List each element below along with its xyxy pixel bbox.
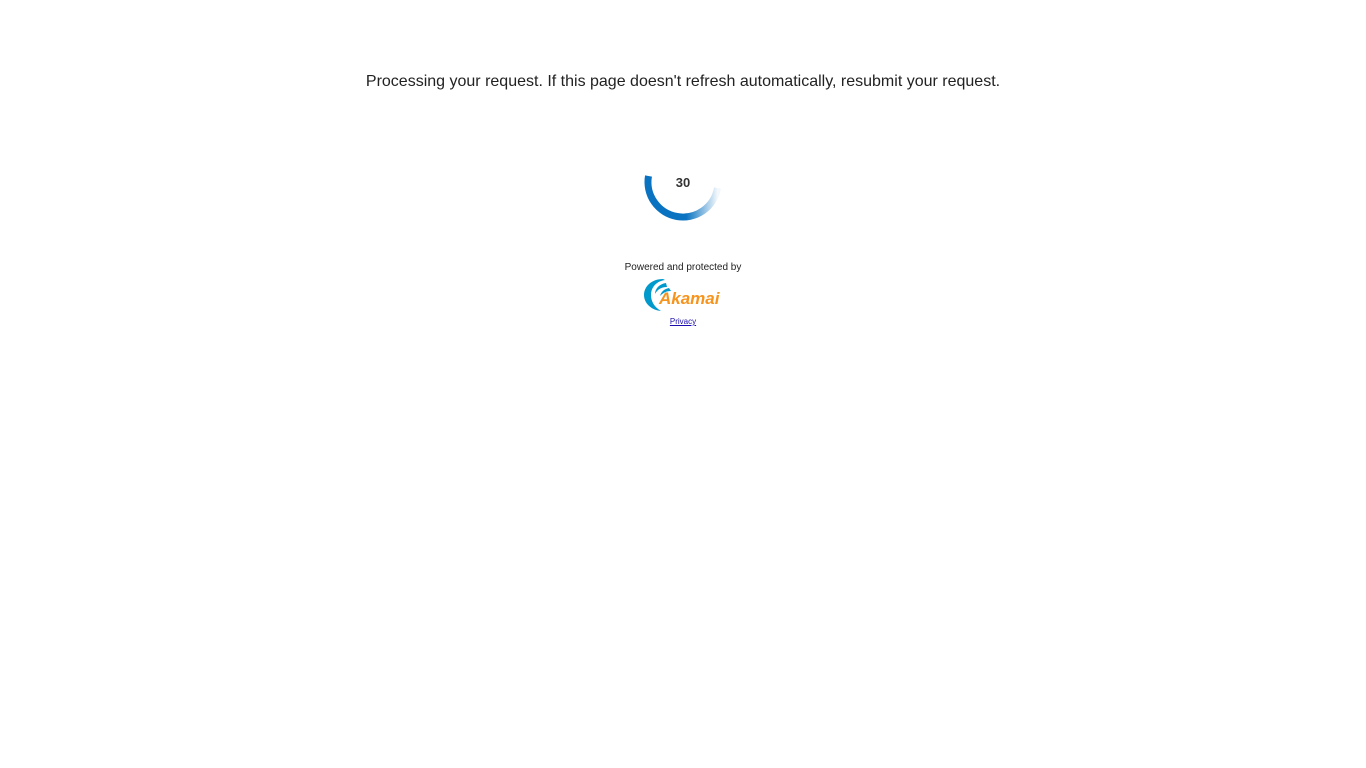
- akamai-logo: Akamai: [643, 277, 725, 313]
- privacy-link[interactable]: Privacy: [670, 317, 696, 326]
- privacy-container: Privacy: [0, 317, 1366, 327]
- akamai-wave-icon: Akamai: [644, 279, 721, 311]
- powered-by-text: Powered and protected by: [624, 262, 742, 273]
- countdown-number: 30: [675, 175, 691, 190]
- akamai-logo-text: Akamai: [658, 289, 721, 308]
- page: Processing your request. If this page do…: [0, 0, 1366, 768]
- loading-spinner: 30: [641, 150, 725, 226]
- processing-message: Processing your request. If this page do…: [365, 73, 1001, 90]
